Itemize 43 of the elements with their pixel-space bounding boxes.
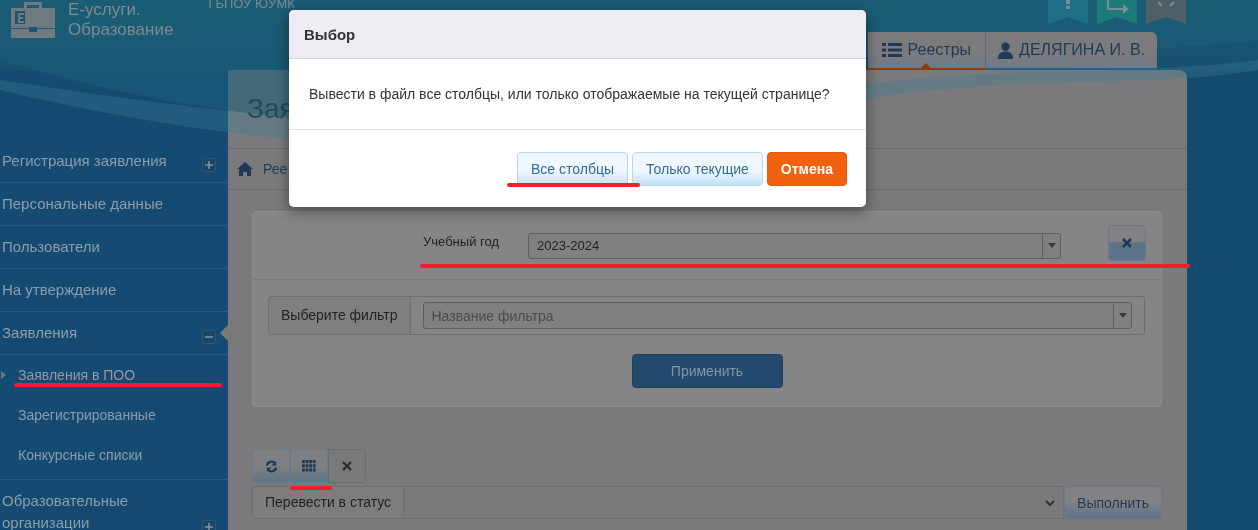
execute-button[interactable]: Выполнить	[1064, 486, 1162, 519]
sidebar-item[interactable]: Регистрация заявления	[0, 140, 228, 183]
info-icon[interactable]	[1048, 0, 1088, 24]
dialog-button[interactable]: Все столбцы	[517, 151, 629, 186]
chevron-down-icon	[1045, 499, 1055, 506]
list-icon	[881, 42, 902, 58]
caret-icon	[1047, 243, 1056, 248]
apply-button[interactable]: Применить	[631, 354, 783, 388]
close-icon	[1122, 237, 1132, 248]
year-select[interactable]: 2023-2024	[528, 232, 1061, 259]
columns-button[interactable]	[290, 449, 328, 483]
briefcase-icon	[9, 0, 57, 40]
grid-icon	[302, 460, 316, 472]
nav-tab[interactable]: ДЕЛЯГИНА И. В.	[985, 32, 1157, 70]
sidebar-item[interactable]: Заявления	[0, 312, 228, 355]
refresh-icon	[264, 459, 278, 473]
caret-icon	[1118, 313, 1127, 318]
annotation-underline	[290, 486, 332, 490]
sidebar-subitem[interactable]: Зарегистрированные	[0, 395, 228, 435]
sidebar-subitem[interactable]: Конкурсные списки	[0, 435, 228, 475]
fullscreen-icon[interactable]	[1146, 0, 1186, 24]
plus-icon[interactable]	[202, 520, 216, 530]
clear-button[interactable]	[1108, 224, 1146, 261]
refresh-button[interactable]	[252, 449, 290, 483]
dialog-button[interactable]: Только текущие	[632, 151, 763, 186]
close-icon	[342, 461, 352, 471]
filter-label: Выберите фильтр	[269, 297, 411, 334]
sidebar-subitem[interactable]: Заявления в ПОО	[0, 355, 228, 395]
export-icon[interactable]	[1097, 0, 1137, 24]
app-title: Е-услуги. Образование	[68, 0, 174, 40]
year-label: Учебный год	[422, 234, 499, 249]
plus-icon[interactable]	[202, 158, 216, 172]
dialog-message: Вывести в файл все столбцы, или только отображаемые на текущей странице?	[309, 86, 830, 102]
user-icon	[998, 41, 1014, 59]
minus-icon[interactable]	[202, 330, 216, 344]
breadcrumb-link[interactable]: Рее	[263, 161, 288, 177]
clear-button[interactable]	[328, 449, 366, 483]
home-icon[interactable]	[237, 162, 253, 176]
pointer-icon	[1, 371, 6, 379]
cancel-button[interactable]: Отмена	[766, 151, 847, 186]
dialog-title: Выбор	[304, 25, 356, 43]
status-label: Перевести в статус	[252, 486, 405, 519]
nav-tab[interactable]: Реестры	[867, 32, 986, 70]
